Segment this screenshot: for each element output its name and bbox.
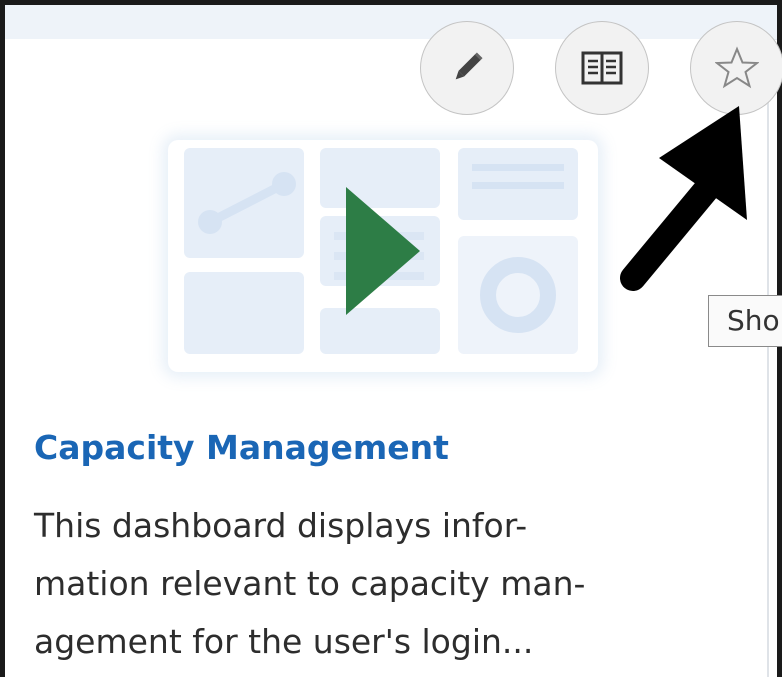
- description-line: mation relevant to capacity man-: [34, 564, 586, 603]
- tile-title[interactable]: Capacity Management: [34, 428, 449, 467]
- card-top-band: [5, 5, 777, 40]
- star-icon: [715, 46, 759, 89]
- description-line: agement for the user's login...: [34, 622, 534, 661]
- book-icon: [581, 51, 623, 85]
- edit-button[interactable]: [420, 21, 514, 115]
- play-icon[interactable]: [346, 187, 420, 315]
- card-divider: [767, 39, 769, 677]
- tooltip: Sho: [708, 295, 782, 347]
- tile-description: This dashboard displays infor- mation re…: [34, 497, 724, 671]
- description-line: This dashboard displays infor-: [34, 506, 528, 545]
- annotation-arrow: [620, 106, 747, 291]
- pencil-icon: [455, 52, 483, 80]
